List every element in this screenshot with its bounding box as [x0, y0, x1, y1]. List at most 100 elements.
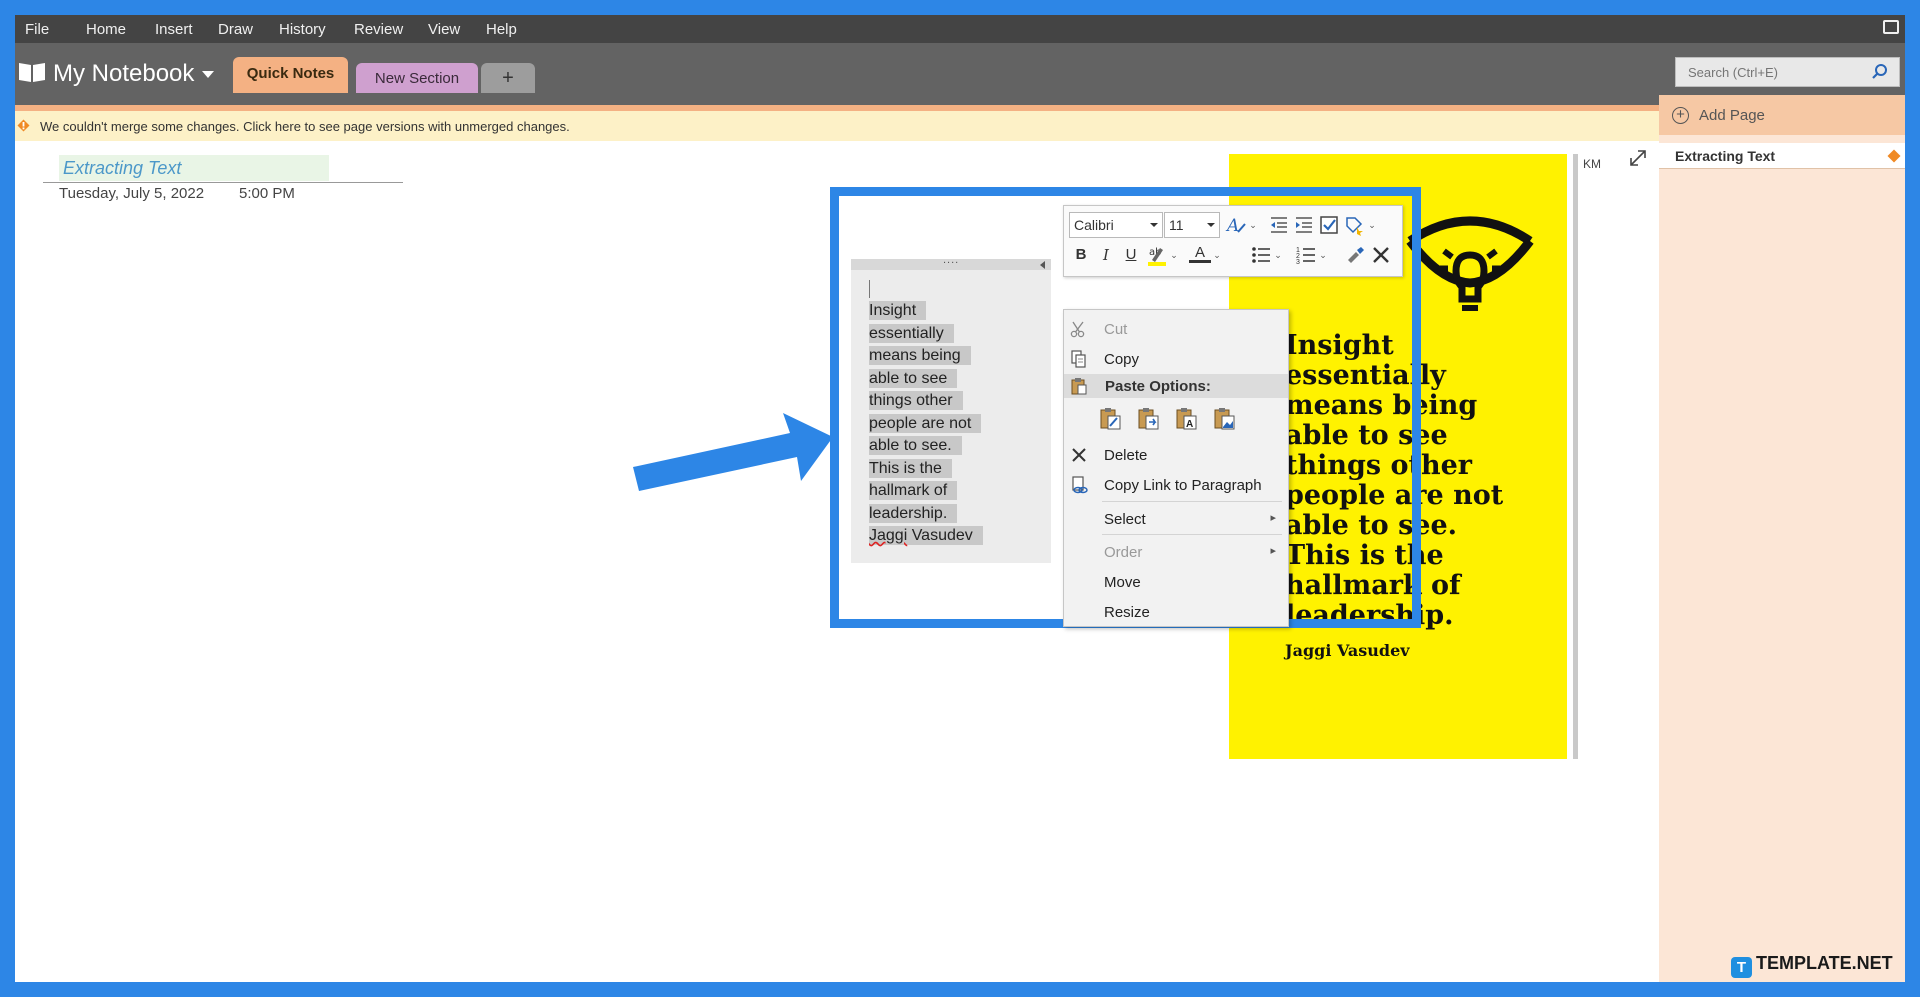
- chevron-down-icon[interactable]: ⌄: [1248, 214, 1258, 236]
- increase-indent-icon[interactable]: [1293, 214, 1315, 236]
- font-name-select[interactable]: Calibri: [1069, 212, 1163, 238]
- delete-icon[interactable]: [1370, 244, 1392, 266]
- font-color-button[interactable]: A: [1189, 242, 1211, 263]
- arrow-pointer-icon: [633, 413, 833, 491]
- menu-item-move[interactable]: Move: [1064, 569, 1288, 595]
- note-drag-handle[interactable]: ....: [851, 254, 1051, 270]
- image-quote: Insight essentially means being able to …: [1285, 331, 1570, 631]
- title-divider: [43, 182, 403, 183]
- mini-toolbar: Calibri 11 A ⌄ ⌄ B I U ab ⌄ A ⌄ ⌄ 1 2 3 …: [1063, 205, 1403, 277]
- template-logo-icon: T: [1731, 957, 1752, 978]
- quote-line: hallmark of: [1285, 570, 1461, 601]
- italic-button[interactable]: I: [1095, 244, 1117, 266]
- text-cursor: [869, 280, 870, 298]
- chevron-down-icon[interactable]: ⌄: [1367, 214, 1377, 236]
- menu-item-order[interactable]: Order ▸: [1064, 539, 1288, 565]
- search-icon[interactable]: [1871, 63, 1889, 81]
- tag-star-icon[interactable]: [1343, 214, 1365, 236]
- note-line: Insight: [869, 300, 983, 323]
- note-text[interactable]: Insight essentially means being able to …: [869, 300, 983, 548]
- notebook-icon: [19, 63, 45, 82]
- chevron-down-icon[interactable]: ⌄: [1169, 244, 1179, 266]
- menu-review[interactable]: Review: [354, 21, 403, 38]
- checkbox-tag-icon[interactable]: [1318, 214, 1340, 236]
- note-line: people are not: [869, 413, 983, 436]
- note-line: able to see: [869, 368, 983, 391]
- notebook-title[interactable]: My Notebook: [53, 60, 194, 88]
- menu-item-copy-link[interactable]: Copy Link to Paragraph: [1064, 472, 1288, 498]
- format-painter-icon[interactable]: [1344, 244, 1366, 266]
- menu-history[interactable]: History: [279, 21, 326, 38]
- add-page-button[interactable]: + Add Page: [1659, 95, 1905, 135]
- eye-lightbulb-icon: [1406, 216, 1534, 311]
- paste-options-header: Paste Options:: [1064, 374, 1288, 398]
- chevron-right-icon: ▸: [1270, 545, 1276, 557]
- underline-button[interactable]: U: [1120, 244, 1142, 266]
- scissors-icon: [1070, 321, 1085, 338]
- chevron-down-icon[interactable]: ⌄: [1273, 244, 1283, 266]
- menu-home[interactable]: Home: [86, 21, 126, 38]
- onenote-window: File Home Insert Draw History Review Vie…: [15, 15, 1905, 982]
- numbering-icon[interactable]: 123: [1295, 244, 1317, 266]
- section-tab-quick-notes[interactable]: Quick Notes: [233, 57, 348, 93]
- page-date: Tuesday, July 5, 2022: [59, 185, 205, 202]
- paste-keep-formatting-icon[interactable]: [1098, 406, 1124, 432]
- menu-item-select[interactable]: Select ▸: [1064, 506, 1288, 532]
- paste-text-only-icon[interactable]: A: [1174, 406, 1200, 432]
- chevron-down-icon[interactable]: ⌄: [1212, 244, 1222, 266]
- note-line: things other: [869, 390, 983, 413]
- pages-pane: + Add Page Extracting Text: [1659, 95, 1905, 982]
- decrease-indent-icon[interactable]: [1268, 214, 1290, 236]
- bold-button[interactable]: B: [1070, 244, 1092, 266]
- quote-line: able to see: [1285, 420, 1448, 451]
- svg-text:3: 3: [1296, 259, 1300, 266]
- menu-separator: [1102, 501, 1282, 502]
- notebook-bar: My Notebook Quick Notes New Section +: [15, 43, 1905, 105]
- quote-line: Insight: [1285, 330, 1394, 361]
- note-line: essentially: [869, 323, 983, 346]
- menu-file[interactable]: File: [25, 21, 49, 38]
- link-icon: [1072, 476, 1088, 494]
- page-title[interactable]: Extracting Text: [59, 155, 329, 181]
- conflict-icon: [17, 119, 30, 132]
- menu-separator: [1102, 534, 1282, 535]
- menu-item-copy[interactable]: Copy: [1064, 346, 1288, 372]
- menu-item-cut[interactable]: Cut: [1064, 316, 1288, 342]
- section-tab-new-section[interactable]: New Section: [356, 63, 478, 93]
- menu-item-resize[interactable]: Resize: [1064, 599, 1288, 625]
- search-input[interactable]: [1676, 58, 1866, 86]
- menu-item-delete[interactable]: Delete: [1064, 442, 1288, 468]
- watermark-logo: T TEMPLATE.NET: [1731, 953, 1893, 978]
- note-line: able to see.: [869, 435, 983, 458]
- menu-bar: File Home Insert Draw History Review Vie…: [15, 15, 1905, 43]
- chevron-down-icon[interactable]: ⌄: [1318, 244, 1328, 266]
- author-initials: KM: [1583, 157, 1601, 171]
- paste-merge-formatting-icon[interactable]: [1136, 406, 1162, 432]
- quote-line: essentially: [1285, 360, 1446, 391]
- styles-icon[interactable]: A: [1225, 214, 1247, 236]
- note-container[interactable]: .... Insight essentially means being abl…: [851, 254, 1051, 563]
- expand-icon[interactable]: [1627, 147, 1649, 169]
- menu-insert[interactable]: Insert: [155, 21, 193, 38]
- paste-picture-icon[interactable]: [1212, 406, 1238, 432]
- chevron-down-icon[interactable]: [202, 71, 214, 78]
- window-mode-icon[interactable]: [1883, 20, 1899, 34]
- menu-draw[interactable]: Draw: [218, 21, 253, 38]
- page-time: 5:00 PM: [239, 185, 295, 202]
- font-size-select[interactable]: 11: [1164, 212, 1220, 238]
- add-section-button[interactable]: +: [481, 63, 535, 93]
- highlighter-icon[interactable]: ab: [1146, 244, 1168, 266]
- menu-view[interactable]: View: [428, 21, 460, 38]
- image-author: Jaggi Vasudev: [1285, 641, 1410, 660]
- quote-line: means being: [1285, 390, 1478, 421]
- collapse-icon[interactable]: [1040, 261, 1045, 269]
- page-list-item[interactable]: Extracting Text: [1659, 143, 1905, 169]
- bullets-icon[interactable]: [1250, 244, 1272, 266]
- note-line: Jaggi Vasudev: [869, 525, 983, 548]
- copy-icon: [1071, 350, 1086, 368]
- note-line: means being: [869, 345, 983, 368]
- quote-line: things other: [1285, 450, 1472, 481]
- merge-notification[interactable]: We couldn't merge some changes. Click he…: [15, 111, 1659, 141]
- notification-text: We couldn't merge some changes. Click he…: [40, 119, 570, 134]
- menu-help[interactable]: Help: [486, 21, 517, 38]
